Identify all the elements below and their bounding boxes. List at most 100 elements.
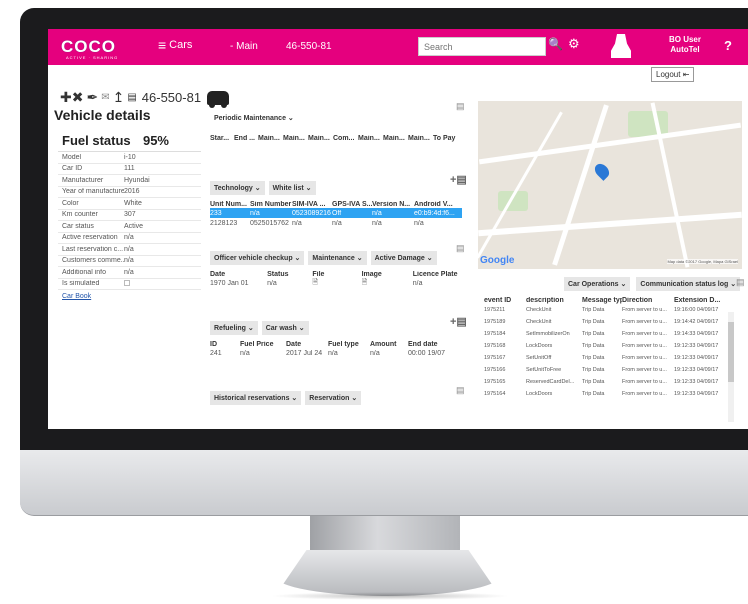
column-header[interactable]: Android V... (414, 201, 462, 208)
tab-communication-status-log[interactable]: Communication status log ⌄ (636, 277, 741, 291)
tools-icon[interactable]: ✚✖ (60, 89, 83, 106)
column-header[interactable]: event ID (484, 297, 526, 304)
tab-periodic-maintenance[interactable]: Periodic Maintenance ⌄ (210, 111, 298, 125)
table-row[interactable]: 241 n/a 2017 Jul 24 n/a n/a 00:00 19/07 (210, 348, 462, 358)
detail-value: n/a (124, 234, 134, 242)
column-header[interactable]: Extension D... (674, 297, 732, 304)
user-avatar-icon[interactable] (611, 34, 631, 58)
tab-historical-reservations[interactable]: Historical reservations ⌄ (210, 391, 302, 405)
column-header[interactable]: Fuel Price (240, 341, 286, 348)
help-button[interactable]: ? (724, 38, 732, 53)
tab-technology[interactable]: Technology ⌄ (210, 181, 265, 195)
vehicle-map[interactable]: Google Map data ©2017 Google, Mapa GISra… (478, 101, 742, 269)
file-icon[interactable]: 🗎 (312, 278, 361, 289)
detail-row: Additional info n/a (58, 267, 201, 279)
simulated-checkbox[interactable] (124, 279, 130, 286)
table-cell: From server to u... (622, 355, 667, 361)
table-cell: 241 (210, 349, 222, 357)
detail-row: Color White (58, 198, 201, 210)
cars-menu-button[interactable]: ≡ Cars (158, 38, 192, 52)
search-input[interactable] (418, 37, 546, 56)
table-row[interactable]: 1975211 CheckUnit Trip Data From server to … (484, 304, 736, 316)
table-row[interactable]: 1975166 SetUnitToFree Trip Data From server… (484, 364, 736, 376)
file-icon[interactable]: 🗎 (362, 278, 413, 289)
column-header[interactable]: Com... (333, 135, 358, 142)
app-logo[interactable]: COCO (61, 37, 116, 57)
column-header[interactable]: Amount (370, 341, 408, 348)
upload-icon[interactable]: ↥ (113, 89, 125, 106)
export-icon[interactable]: ▤ (456, 101, 465, 112)
column-header[interactable]: Fuel type (328, 341, 370, 348)
edit-icon[interactable]: ✒ (86, 89, 98, 106)
table-cell: Off (332, 209, 342, 217)
column-header[interactable]: Sim Number (250, 201, 292, 208)
table-cell: SetUnitOff (526, 355, 552, 361)
table-row[interactable]: 1975189 CheckUnit Trip Data From server to … (484, 316, 736, 328)
column-header[interactable]: Version N... (372, 201, 414, 208)
table-cell: From server to u... (622, 319, 667, 325)
column-header[interactable]: Star... (210, 135, 234, 142)
column-header[interactable]: Main... (258, 135, 283, 142)
column-header[interactable]: Main... (283, 135, 308, 142)
table-row[interactable]: 1975165 ReservedCardDel... Trip Data From s… (484, 376, 736, 388)
add-refueling-button[interactable]: +▤ (450, 315, 467, 328)
table-row[interactable]: 1975184 SetImmobilizerOn Trip Data From ser… (484, 328, 736, 340)
column-header[interactable]: Main... (308, 135, 333, 142)
column-header[interactable]: Date (286, 341, 328, 348)
table-row[interactable]: 1970 Jan 01 n/a 🗎 🗎 n/a (210, 278, 462, 288)
card-icon[interactable]: ▤ (127, 92, 136, 103)
column-header[interactable]: Status (267, 271, 312, 278)
table-row[interactable]: 2128123 0525015762 n/a n/a n/a n/a (210, 218, 462, 228)
gear-icon[interactable]: ⚙ (568, 36, 580, 52)
column-header[interactable]: SIM-IVA ... (292, 201, 332, 208)
table-cell: e0:b9:4d:f6... (414, 209, 455, 217)
table-cell: 19:12:33 04/09/17 (674, 355, 719, 361)
tab-refueling[interactable]: Refueling ⌄ (210, 321, 258, 335)
detail-row: Model i-10 (58, 152, 201, 164)
column-header[interactable]: To Pay (433, 135, 459, 142)
table-cell: 1975211 (484, 307, 506, 313)
column-header[interactable]: ID (210, 341, 240, 348)
column-header[interactable]: Main... (383, 135, 408, 142)
tab-active-damage[interactable]: Active Damage ⌄ (370, 251, 437, 265)
table-row[interactable]: 1975168 LockDoors Trip Data From server to … (484, 340, 736, 352)
table-cell: SetUnitToFree (526, 367, 562, 373)
column-header[interactable]: Main... (358, 135, 383, 142)
column-header[interactable]: Unit Num... (210, 201, 250, 208)
column-header[interactable]: Licence Plate (413, 271, 462, 278)
user-info[interactable]: BO User AutoTel (658, 35, 712, 55)
add-technology-button[interactable]: +▤ (450, 173, 467, 186)
map-pin-icon[interactable] (592, 161, 612, 181)
tab-officer-vehicle-checkup[interactable]: Officer vehicle checkup ⌄ (210, 251, 305, 265)
table-row[interactable]: 233 n/a 0523089216 Off n/a e0:b9:4d:f6... (210, 208, 462, 218)
tab-white-list[interactable]: White list ⌄ (268, 181, 316, 195)
message-icon[interactable]: ✉ (101, 92, 109, 103)
car-book-link[interactable]: Car Book (58, 290, 201, 303)
logout-button[interactable]: Logout ⇤ (651, 67, 695, 82)
page-title: Vehicle details (54, 107, 151, 123)
breadcrumb-main[interactable]: - Main (230, 41, 258, 52)
column-header[interactable]: Main... (408, 135, 433, 142)
tab-car-wash[interactable]: Car wash ⌄ (261, 321, 309, 335)
table-row[interactable]: 1975167 SetUnitOff Trip Data From server to… (484, 352, 736, 364)
checkup-panel: Officer vehicle checkup ⌄ Maintenance ⌄ Ac… (210, 251, 462, 288)
communication-log-table: event IDdescriptionMessage typeDirection… (484, 297, 736, 400)
column-header[interactable]: Direction (622, 297, 674, 304)
column-header[interactable]: GPS-IVA S... (332, 201, 372, 208)
tab-reservation[interactable]: Reservation ⌄ (305, 391, 362, 405)
column-header[interactable]: Date (210, 271, 267, 278)
table-cell: 19:12:33 04/09/17 (674, 367, 719, 373)
log-scrollbar[interactable] (728, 312, 734, 422)
export-icon[interactable]: ▤ (456, 243, 465, 254)
column-header[interactable]: End ... (234, 135, 258, 142)
export-icon[interactable]: ▤ (456, 385, 465, 396)
tab-car-operations[interactable]: Car Operations ⌄ (564, 277, 631, 291)
column-header[interactable]: Message type (582, 297, 622, 304)
search-icon[interactable]: 🔍 (548, 37, 563, 51)
column-header[interactable]: End date (408, 341, 460, 348)
table-cell: 1975167 (484, 355, 506, 361)
column-header[interactable]: description (526, 297, 582, 304)
tab-maintenance[interactable]: Maintenance ⌄ (308, 251, 367, 265)
export-icon[interactable]: ▤ (736, 277, 745, 288)
table-row[interactable]: 1975164 LockDoors Trip Data From server to … (484, 388, 736, 400)
